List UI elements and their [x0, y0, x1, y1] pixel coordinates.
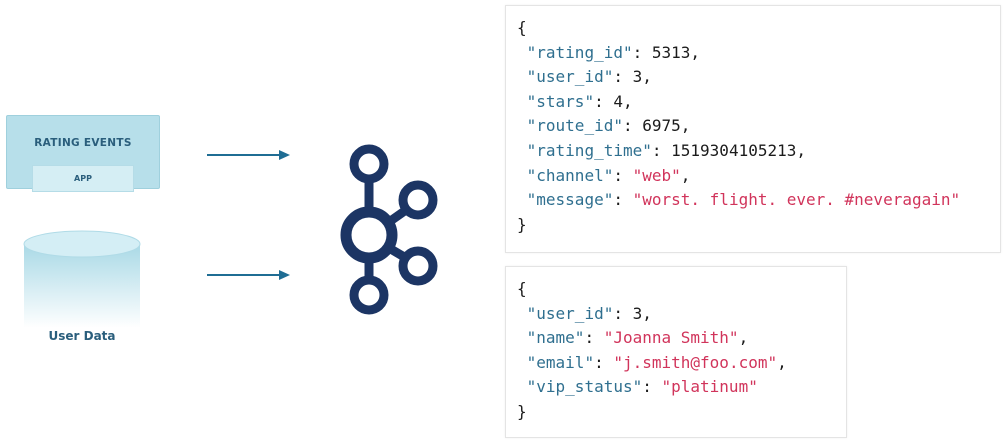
json-line: "rating_id": 5313, [526, 42, 701, 62]
json-open-brace: { [517, 18, 527, 37]
json-code: { "user_id": 3, "name": "Joanna Smith", … [517, 277, 787, 425]
json-comma: , [642, 67, 652, 87]
json-comma: , [680, 165, 691, 185]
database-label: User Data [48, 329, 116, 343]
json-value: 5313 [651, 42, 691, 62]
json-value: 3 [632, 303, 643, 323]
json-code: { "rating_id": 5313, "user_id": 3, "star… [517, 16, 960, 237]
json-line: "user_id": 3, [526, 67, 652, 87]
json-comma: , [680, 116, 691, 136]
json-value: "web" [632, 165, 681, 185]
json-key: "user_id" [526, 303, 614, 323]
json-value: 3 [632, 67, 643, 87]
rating-event-json: { "rating_id": 5313, "user_id": 3, "star… [505, 5, 1001, 253]
json-open-brace: { [517, 279, 527, 298]
json-line: "user_id": 3, [526, 303, 652, 323]
json-comma: , [690, 42, 701, 62]
json-line: "stars": 4, [526, 91, 633, 111]
json-value: "worst. flight. ever. #neveragain" [632, 190, 961, 210]
json-key: "channel" [526, 165, 614, 185]
json-line: "message": "worst. flight. ever. #nevera… [526, 190, 961, 210]
json-key: "vip_status" [526, 377, 643, 397]
json-key: "message" [526, 190, 614, 210]
json-line: "route_id": 6975, [526, 116, 691, 136]
source-tag: APP [32, 165, 134, 192]
json-value: "platinum" [661, 377, 758, 397]
user-data-json: { "user_id": 3, "name": "Joanna Smith", … [505, 266, 847, 438]
json-value: 6975 [642, 116, 681, 136]
json-comma: , [777, 352, 787, 372]
source-title: RATING EVENTS [34, 137, 132, 149]
json-value: "Joanna Smith" [603, 328, 739, 348]
json-comma: , [738, 328, 749, 348]
json-value: 1519304105213 [671, 140, 797, 160]
json-key: "rating_id" [526, 42, 633, 62]
json-line: "rating_time": 1519304105213, [526, 140, 807, 160]
user-data-database-icon [23, 230, 141, 328]
arrow-icon [207, 266, 291, 280]
json-value: 4 [613, 91, 623, 111]
json-line: "email": "j.smith@foo.com", [526, 352, 787, 372]
json-key: "name" [526, 328, 585, 348]
json-key: "route_id" [526, 116, 623, 136]
json-key: "user_id" [526, 67, 614, 87]
json-comma: , [796, 140, 807, 160]
kafka-icon [332, 140, 442, 320]
json-line: "name": "Joanna Smith", [526, 328, 749, 348]
json-comma: , [622, 91, 633, 111]
json-line: "vip_status": "platinum" [526, 377, 758, 397]
json-line: "channel": "web", [526, 165, 691, 185]
json-key: "email" [526, 352, 595, 372]
json-close-brace: } [517, 401, 527, 421]
json-comma: , [642, 303, 652, 323]
json-close-brace: } [517, 214, 527, 234]
arrow-icon [207, 146, 291, 160]
json-value: "j.smith@foo.com" [613, 352, 778, 372]
rating-events-source: RATING EVENTS APP [6, 115, 160, 192]
json-key: "rating_time" [526, 140, 652, 160]
json-key: "stars" [526, 91, 595, 111]
